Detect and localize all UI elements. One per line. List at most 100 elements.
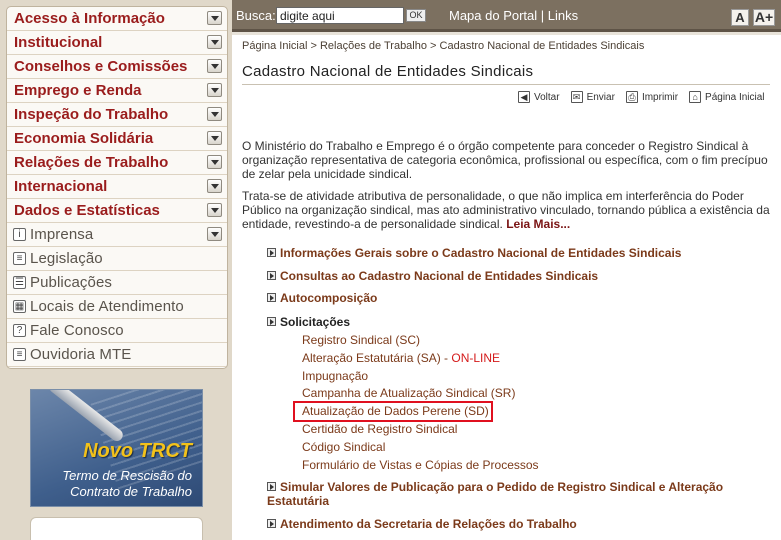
font-increase-button[interactable]: A+	[753, 9, 775, 26]
print-label: Imprimir	[641, 91, 679, 103]
section-atendimento[interactable]: Atendimento da Secretaria de Relações do…	[267, 517, 577, 531]
chevron-down-icon[interactable]	[207, 203, 222, 217]
search-input[interactable]	[276, 7, 404, 24]
chevron-down-icon[interactable]	[207, 179, 222, 193]
sidebar-item-label: Inspeção do Trabalho	[14, 106, 169, 123]
back-label: Voltar	[534, 91, 560, 103]
link-alteracao-estatutaria[interactable]: Alteração Estatutária (SA) - ON-LINE	[302, 351, 500, 365]
send-button[interactable]: ✉ Enviar	[570, 91, 615, 103]
sidebar-item-label: Relações de Trabalho	[14, 154, 169, 171]
sidebar-item-label: Publicações	[30, 274, 112, 291]
expand-icon	[267, 519, 276, 528]
top-nav-links[interactable]: Mapa do Portal | Links	[449, 8, 578, 23]
section-consultas[interactable]: Consultas ao Cadastro Nacional de Entida…	[267, 269, 598, 283]
section-label: Autocomposição	[280, 291, 378, 305]
sidebar-item[interactable]: ≡ Ouvidoria MTE	[7, 343, 227, 367]
sidebar-item-label: Internacional	[14, 178, 108, 195]
section-informacoes-gerais[interactable]: Informações Gerais sobre o Cadastro Naci…	[267, 246, 681, 260]
chevron-down-icon[interactable]	[207, 107, 222, 121]
page-tools: ◀ Voltar ✉ Enviar ⎙ Imprimir ⌂ Página Inicia…	[518, 91, 765, 103]
link-codigo-sindical[interactable]: Código Sindical	[302, 440, 385, 454]
section-autocomposicao[interactable]: Autocomposição	[267, 291, 377, 305]
sidebar-item[interactable]: ≡ Legislação	[7, 247, 227, 271]
sidebar-item-label: Emprego e Renda	[14, 82, 142, 99]
secondary-banner[interactable]	[30, 517, 203, 540]
sidebar-item-label: Conselhos e Comissões	[14, 58, 188, 75]
chevron-down-icon[interactable]	[207, 83, 222, 97]
sidebar-item[interactable]: Economia Solidária	[7, 127, 227, 151]
sidebar-item[interactable]: Emprego e Renda	[7, 79, 227, 103]
banner-title: Novo TRCT	[83, 440, 192, 462]
link-formulario-vistas[interactable]: Formulário de Vistas e Cópias de Process…	[302, 458, 539, 472]
document-icon: ≡	[13, 252, 26, 265]
second-paragraph: Trata-se de atividade atributiva de pers…	[242, 189, 772, 231]
chevron-down-icon[interactable]	[207, 155, 222, 169]
chevron-down-icon[interactable]	[207, 131, 222, 145]
breadcrumb[interactable]: Página Inicial > Relações de Trabalho > …	[242, 40, 644, 52]
link-impugnacao[interactable]: Impugnação	[302, 369, 368, 383]
sidebar-item-label: Imprensa	[30, 226, 94, 243]
section-label: Informações Gerais sobre o Cadastro Naci…	[280, 246, 682, 260]
sidebar-item[interactable]: ? Fale Conosco	[7, 319, 227, 343]
search-label: Busca:	[236, 8, 276, 23]
link-certidao-registro[interactable]: Certidão de Registro Sindical	[302, 422, 457, 436]
sidebar-item[interactable]: ☰ Publicações	[7, 271, 227, 295]
send-label: Enviar	[586, 91, 615, 103]
main-content: Página Inicial > Relações de Trabalho > …	[232, 35, 781, 540]
intro-paragraph: O Ministério do Trabalho e Emprego é o ó…	[242, 139, 768, 181]
search-ok-button[interactable]: OK	[406, 9, 426, 22]
page-title: Cadastro Nacional de Entidades Sindicais	[242, 63, 534, 80]
novo-trct-banner[interactable]: Novo TRCT Termo de Rescisão do Contrato …	[30, 389, 203, 507]
expand-icon	[267, 248, 276, 257]
section-label: Solicitações	[280, 315, 351, 329]
title-divider	[242, 84, 770, 85]
link-registro-sindical[interactable]: Registro Sindical (SC)	[302, 333, 420, 347]
banner-subtitle: Termo de Rescisão do Contrato de Trabalh…	[62, 468, 192, 499]
section-label: Consultas ao Cadastro Nacional de Entida…	[280, 269, 599, 283]
back-icon: ◀	[518, 91, 530, 103]
sidebar-item-label: Locais de Atendimento	[30, 298, 184, 315]
section-solicitacoes[interactable]: Solicitações	[267, 315, 350, 329]
home-label: Página Inicial	[705, 91, 765, 103]
book-icon: ☰	[13, 276, 26, 289]
printer-icon: ⎙	[625, 91, 638, 103]
online-badge: ON-LINE	[451, 351, 501, 365]
chevron-down-icon[interactable]	[207, 59, 222, 73]
expand-icon	[267, 293, 276, 302]
expand-icon	[267, 317, 276, 326]
sidebar-item[interactable]: i Imprensa	[7, 223, 227, 247]
sidebar-item[interactable]: Dados e Estatísticas	[7, 199, 227, 223]
sidebar-item[interactable]: Institucional	[7, 31, 227, 55]
sidebar-item[interactable]: Relações de Trabalho	[7, 151, 227, 175]
highlight-box	[293, 401, 493, 422]
sidebar-item[interactable]: Internacional	[7, 175, 227, 199]
expand-icon	[267, 482, 276, 491]
mail-icon: ✉	[570, 91, 583, 103]
sidebar-item-label: Institucional	[14, 34, 103, 51]
chevron-down-icon[interactable]	[207, 35, 222, 49]
chevron-down-icon[interactable]	[207, 227, 222, 241]
section-simular-valores[interactable]: Simular Valores de Publicação para o Ped…	[267, 480, 757, 508]
sidebar-item[interactable]: Acesso à Informação	[7, 7, 227, 31]
sidebar-item[interactable]: ▦ Locais de Atendimento	[7, 295, 227, 319]
top-bar: Busca: OK Mapa do Portal | Links A A+	[232, 0, 781, 32]
chevron-down-icon[interactable]	[207, 11, 222, 25]
sidebar-item-label: Acesso à Informação	[14, 10, 165, 27]
back-button[interactable]: ◀ Voltar	[518, 91, 560, 103]
print-button[interactable]: ⎙ Imprimir	[625, 91, 679, 103]
sidebar-item-label: Legislação	[30, 250, 103, 267]
read-more-link[interactable]: Leia Mais...	[506, 217, 570, 231]
sidebar-item[interactable]: Conselhos e Comissões	[7, 55, 227, 79]
font-decrease-button[interactable]: A	[731, 9, 749, 26]
link-label: Alteração Estatutária (SA) -	[302, 351, 452, 365]
sidebar: Acesso à Informação Institucional Conselho…	[0, 0, 232, 540]
chat-icon: ≡	[13, 348, 26, 361]
home-icon: ⌂	[689, 91, 702, 103]
link-campanha-atualizacao[interactable]: Campanha de Atualização Sindical (SR)	[302, 386, 515, 400]
sidebar-item-label: Economia Solidária	[14, 130, 154, 147]
home-button[interactable]: ⌂ Página Inicial	[689, 91, 765, 103]
info-icon: i	[13, 228, 26, 241]
sidebar-item[interactable]: Inspeção do Trabalho	[7, 103, 227, 127]
sidebar-menu: Acesso à Informação Institucional Conselho…	[6, 6, 228, 369]
sidebar-item-label: Ouvidoria MTE	[30, 346, 132, 363]
